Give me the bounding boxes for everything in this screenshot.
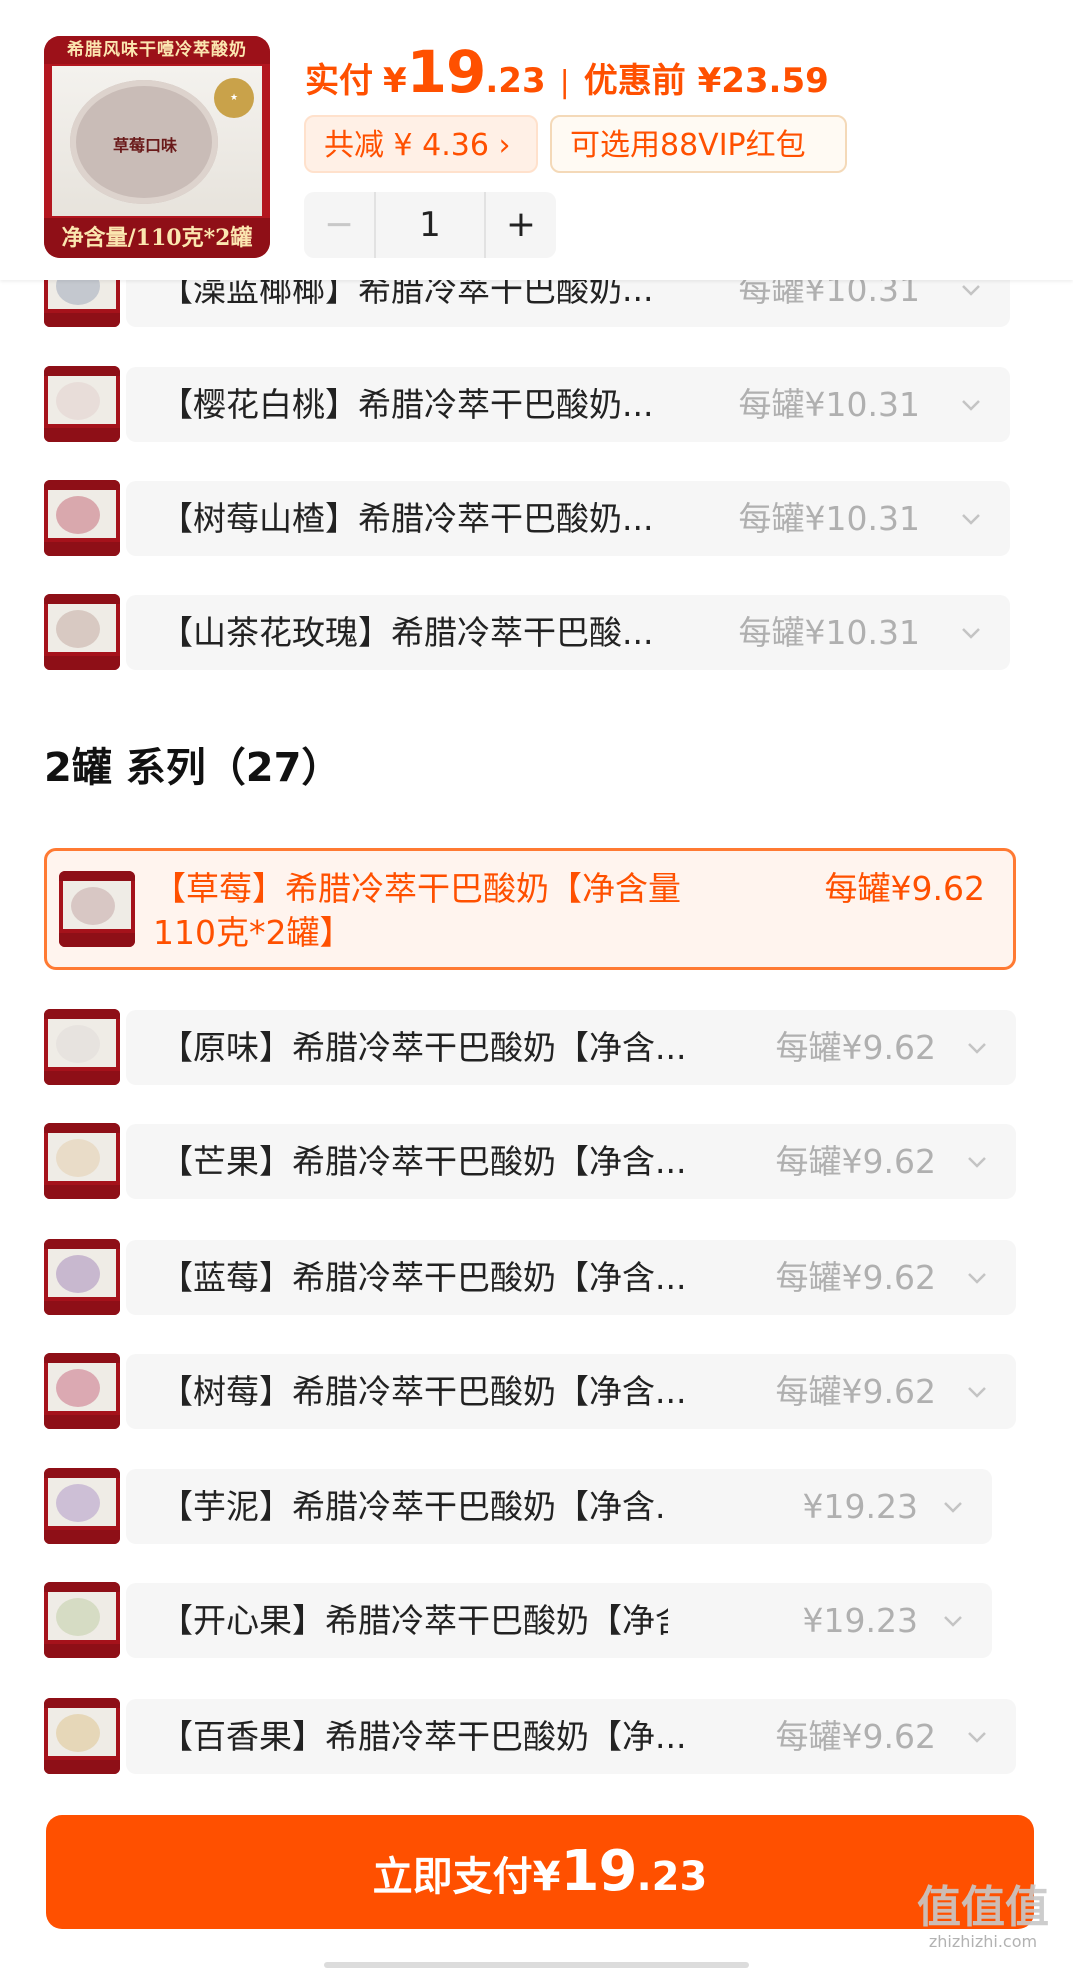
quantity-stepper: − 1 + <box>304 192 556 258</box>
price-summary: 实付 ¥19.23 | 优惠前 ¥23.59 <box>305 38 829 108</box>
variant-name: 【树莓山楂】希腊冷萃干巴酸奶... <box>160 499 654 538</box>
variant-name: 【樱花白桃】希腊冷萃干巴酸奶... <box>160 385 654 424</box>
chevron-down-icon[interactable] <box>966 1151 988 1173</box>
order-header: 希腊风味干噎冷萃酸奶 草莓口味 ★ 净含量/110克*2罐 实付 ¥19.23 | 优… <box>0 0 1073 280</box>
actual-pay-label: 实付 <box>305 61 373 101</box>
variant-price: 每罐¥10.31 <box>738 613 920 652</box>
chevron-down-icon[interactable] <box>942 1496 964 1518</box>
variant-thumbnail <box>59 871 135 947</box>
variant-name: 【山茶花玫瑰】希腊冷萃干巴酸... <box>160 613 654 652</box>
chevron-down-icon[interactable] <box>942 1610 964 1632</box>
variant-price: 每罐¥9.62 <box>775 1258 936 1297</box>
variant-row[interactable]: 【开心果】希腊冷萃干巴酸奶【净含... ¥19.23 <box>126 1583 992 1658</box>
product-image[interactable]: 希腊风味干噎冷萃酸奶 草莓口味 ★ 净含量/110克*2罐 <box>44 36 270 258</box>
variant-name: 【芒果】希腊冷萃干巴酸奶【净含... <box>160 1142 686 1181</box>
variant-thumbnail <box>44 1239 120 1315</box>
yogurt-disc-graphic <box>56 1255 100 1293</box>
chevron-down-icon[interactable] <box>966 1267 988 1289</box>
price-integer: 19 <box>406 38 487 106</box>
variant-name: 【树莓】希腊冷萃干巴酸奶【净含... <box>160 1372 686 1411</box>
chevron-down-icon[interactable] <box>960 279 982 301</box>
variant-price: 每罐¥9.62 <box>775 1028 936 1067</box>
variant-row[interactable]: 【芋泥】希腊冷萃干巴酸奶【净含... ¥19.23 <box>126 1469 992 1544</box>
product-image-banner: 希腊风味干噎冷萃酸奶 <box>44 36 270 64</box>
quantity-value[interactable]: 1 <box>374 192 486 258</box>
variant-thumbnail <box>44 1009 120 1085</box>
variant-price: 每罐¥10.31 <box>738 499 920 538</box>
watermark-url: zhizhizhi.com <box>928 1932 1038 1951</box>
variant-row[interactable]: 【树莓】希腊冷萃干巴酸奶【净含... 每罐¥9.62 <box>126 1354 1016 1429</box>
variant-name: 【开心果】希腊冷萃干巴酸奶【净含... <box>160 1601 668 1640</box>
chevron-down-icon[interactable] <box>966 1726 988 1748</box>
total-discount-button[interactable]: 共减 ¥ 4.36 › <box>304 115 538 173</box>
yogurt-disc-graphic <box>56 382 100 420</box>
yogurt-disc-graphic <box>56 1139 100 1177</box>
variant-price: ¥19.23 <box>802 1487 918 1526</box>
variant-thumbnail <box>44 1353 120 1429</box>
home-indicator <box>324 1962 749 1968</box>
yogurt-disc-graphic <box>56 610 100 648</box>
variant-thumbnail <box>44 366 120 442</box>
variant-name: 【芋泥】希腊冷萃干巴酸奶【净含... <box>160 1487 668 1526</box>
watermark-logo: 值值值 <box>917 1882 1049 1933</box>
chevron-down-icon[interactable] <box>966 1381 988 1403</box>
increase-quantity-button[interactable]: + <box>486 192 556 258</box>
variant-name: 【草莓】希腊冷萃干巴酸奶【净含量110克*2罐】 <box>153 869 681 952</box>
variant-row[interactable]: 【樱花白桃】希腊冷萃干巴酸奶... 每罐¥10.31 <box>126 367 1010 442</box>
chevron-down-icon[interactable] <box>960 508 982 530</box>
variant-price: ¥19.23 <box>802 1601 918 1640</box>
variant-price: 每罐¥9.62 <box>775 1142 936 1181</box>
variant-price: 每罐¥10.31 <box>738 385 920 424</box>
pre-discount-price: 优惠前 ¥23.59 <box>583 61 829 101</box>
pay-price-decimal: .23 <box>636 1854 708 1900</box>
yogurt-disc-graphic <box>56 496 100 534</box>
currency-symbol: ¥ <box>383 61 407 101</box>
decrease-quantity-button[interactable]: − <box>304 192 374 258</box>
variant-price: 每罐¥9.62 <box>775 1717 936 1756</box>
variant-name: 【原味】希腊冷萃干巴酸奶【净含... <box>160 1028 686 1067</box>
variant-row[interactable]: 【山茶花玫瑰】希腊冷萃干巴酸... 每罐¥10.31 <box>126 595 1010 670</box>
pay-currency: ¥ <box>532 1854 561 1900</box>
site-watermark: 值值值 zhizhizhi.com <box>903 1884 1063 1964</box>
variant-price: 每罐¥9.62 <box>824 869 985 908</box>
product-image-flavor: 草莓口味 <box>112 136 177 155</box>
variant-name: 【蓝莓】希腊冷萃干巴酸奶【净含... <box>160 1258 686 1297</box>
pay-now-button[interactable]: 立即支付¥19.23 <box>46 1815 1034 1929</box>
variant-row[interactable]: 【蓝莓】希腊冷萃干巴酸奶【净含... 每罐¥9.62 <box>126 1240 1016 1315</box>
variant-row[interactable]: 【芒果】希腊冷萃干巴酸奶【净含... 每罐¥9.62 <box>126 1124 1016 1199</box>
pay-now-label: 立即支付 <box>372 1854 533 1900</box>
variant-row[interactable]: 【原味】希腊冷萃干巴酸奶【净含... 每罐¥9.62 <box>126 1010 1016 1085</box>
chevron-down-icon[interactable] <box>960 622 982 644</box>
yogurt-disc-graphic <box>56 1598 100 1636</box>
chevron-down-icon[interactable] <box>960 394 982 416</box>
yogurt-disc-graphic <box>56 1714 100 1752</box>
price-decimal: .23 <box>485 61 546 101</box>
variant-thumbnail <box>44 594 120 670</box>
variant-row[interactable]: 【百香果】希腊冷萃干巴酸奶【净... 每罐¥9.62 <box>126 1699 1016 1774</box>
variant-row-selected[interactable]: 【草莓】希腊冷萃干巴酸奶【净含量110克*2罐】 每罐¥9.62 <box>44 848 1016 970</box>
variant-name: 【百香果】希腊冷萃干巴酸奶【净... <box>160 1717 686 1756</box>
product-image-net-weight: 净含量/110克*2罐 <box>44 218 270 258</box>
variant-thumbnail <box>44 1468 120 1544</box>
variant-thumbnail <box>44 1698 120 1774</box>
yogurt-disc-graphic <box>56 1369 100 1407</box>
yogurt-disc-graphic <box>56 1484 100 1522</box>
quality-seal-icon: ★ <box>214 78 254 118</box>
vip-red-packet-button[interactable]: 可选用88VIP红包 <box>550 115 847 173</box>
chevron-down-icon[interactable] <box>966 1037 988 1059</box>
variant-price: 每罐¥9.62 <box>775 1372 936 1411</box>
variant-thumbnail <box>44 1582 120 1658</box>
price-separator: | <box>559 65 570 100</box>
series-section-title: 2罐 系列（27） <box>44 745 342 791</box>
yogurt-disc-graphic <box>56 1025 100 1063</box>
variant-thumbnail <box>44 480 120 556</box>
variant-row[interactable]: 【树莓山楂】希腊冷萃干巴酸奶... 每罐¥10.31 <box>126 481 1010 556</box>
pay-price-integer: 19 <box>560 1839 638 1904</box>
variant-thumbnail <box>44 1123 120 1199</box>
